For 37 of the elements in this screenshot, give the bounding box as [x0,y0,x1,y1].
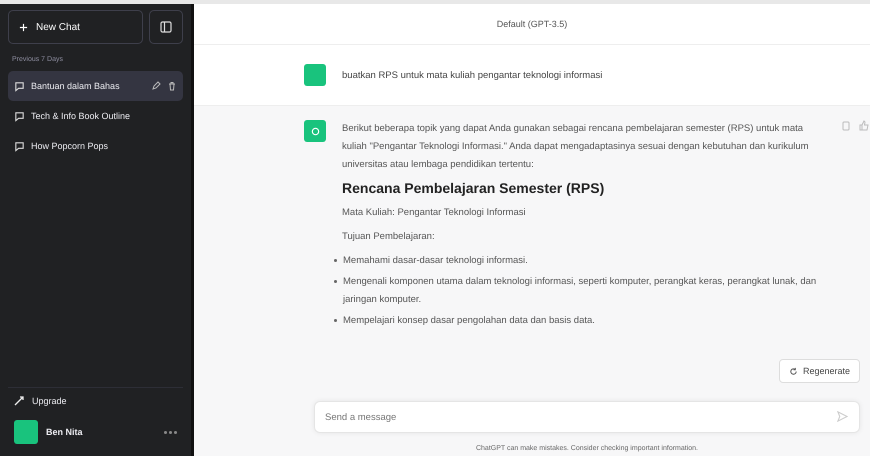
model-title: Default (GPT-3.5) [194,4,870,45]
regenerate-button[interactable]: Regenerate [778,359,860,383]
bullet-text: Mengenali komponen utama dalam teknologi informasi, seperti komputer, perangkat keras, perangkat lunak, dan jaringan komputer. [343,275,817,307]
conversation-item[interactable]: Tech & Info Book Outline [8,101,183,131]
conversation-title: How Popcorn Pops [31,141,110,151]
sidebar-toggle-button[interactable] [149,10,183,44]
new-chat-button[interactable]: New Chat [8,10,143,44]
bullet-icon [334,319,337,322]
chat-icon [14,110,25,122]
sidebar-icon [160,21,172,33]
avatar [14,420,38,444]
assistant-paragraph: Berikut beberapa topik yang dapat Anda gunakan sebagai rencana pembelajaran semester (RPS) untuk mata kuliah "Pengantar Teknologi Informasi." Anda dapat mengadaptasinya sesuai dengan kebutuhan dan kurikulum universitas atau lembaga pendidikan tertentu: [342,122,810,172]
user-name[interactable]: Ben Nita [46,427,156,437]
bullet-icon [334,259,337,262]
user-message: buatkan RPS untuk mata kuliah pengantar teknologi informasi [342,70,602,80]
course-line: Mata Kuliah: Pengantar Teknologi Informasi [342,206,527,220]
bullet-text: Memahami dasar-dasar teknologi informasi. [343,254,528,268]
response-heading: Rencana Pembelajaran Semester (RPS) [342,180,606,196]
chat-icon [14,140,25,152]
bullet-icon [334,280,337,283]
message-input[interactable]: Send a message [314,401,860,433]
chat-icon [14,80,25,92]
conversation-item[interactable]: How Popcorn Pops [8,131,183,161]
more-icon[interactable] [164,430,177,434]
plus-icon [19,22,28,32]
trash-icon[interactable] [167,81,177,91]
refresh-icon [788,366,798,376]
conversation-title: Tech & Info Book Outline [31,111,132,121]
thumbs-up-icon[interactable] [859,120,869,131]
user-avatar [304,64,326,86]
conversation-item[interactable]: Bantuan dalam Bahas [8,71,183,101]
conversation-title: Bantuan dalam Bahas [31,81,121,91]
goals-label: Tujuan Pembelajaran: [342,230,436,244]
pencil-icon[interactable] [151,81,161,91]
bullet-text: Mempelajari konsep dasar pengolahan data dan basis data. [343,314,595,328]
assistant-avatar [304,120,326,142]
upgrade-link[interactable]: Upgrade [8,387,183,414]
